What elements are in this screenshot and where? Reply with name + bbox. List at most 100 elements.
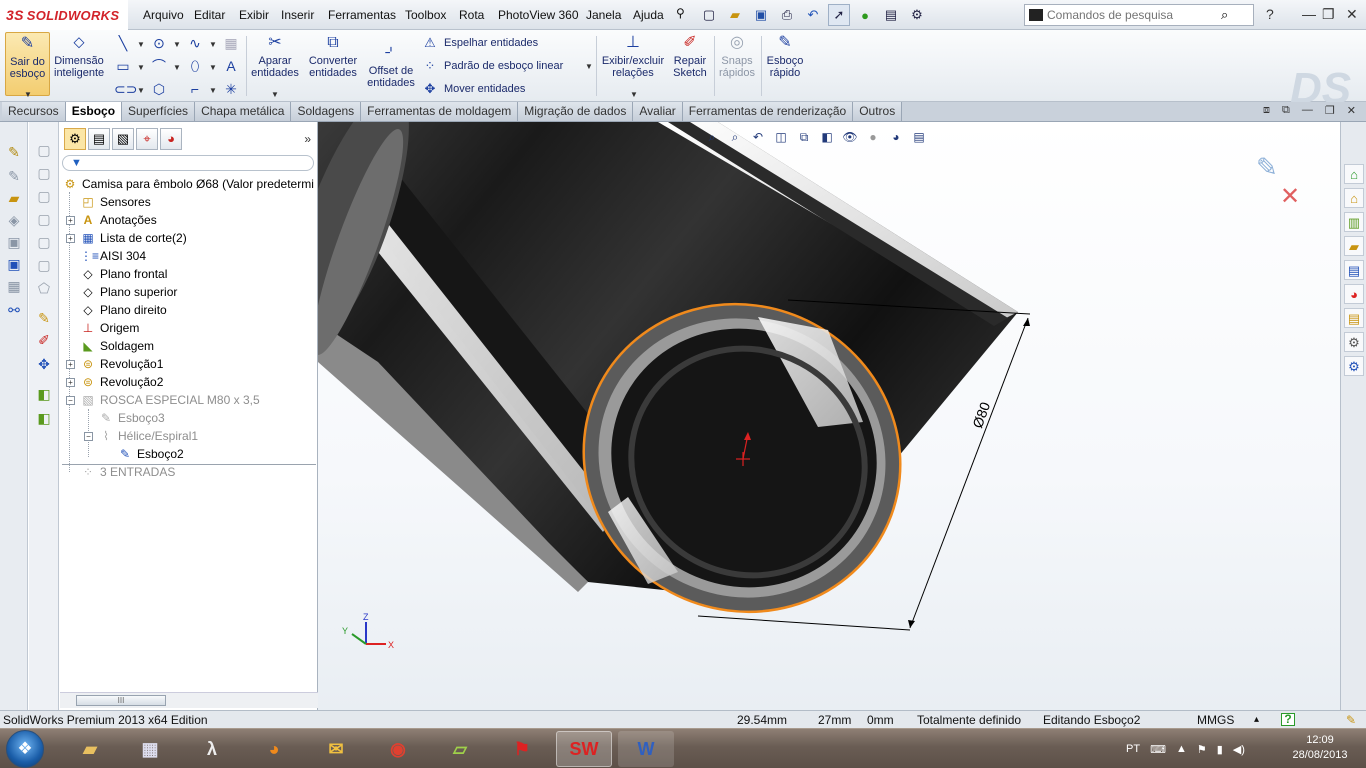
spline-icon[interactable]: ∿: [186, 34, 204, 52]
scrollbar-thumb[interactable]: III: [76, 695, 166, 706]
menu-rota[interactable]: Rota: [459, 8, 484, 22]
language-indicator[interactable]: PT: [1126, 743, 1140, 755]
collapse-icon[interactable]: −: [66, 395, 75, 405]
polygon-icon[interactable]: ⬡: [150, 80, 168, 98]
tree-root[interactable]: ⚙ Camisa para êmbolo Ø68 (Valor predeterm…: [62, 175, 314, 193]
exit-sketch-corner-icon[interactable]: ✎: [1256, 152, 1278, 183]
restore-button[interactable]: ❐: [1322, 6, 1335, 23]
tab-migracao-dados[interactable]: Migração de dados: [518, 102, 634, 121]
line-dropdown-icon[interactable]: ▼: [137, 40, 145, 49]
tree-item-sensores[interactable]: ◰ Sensores: [80, 193, 150, 211]
cascade-icon[interactable]: ⧉: [1282, 104, 1290, 117]
cube-icon[interactable]: ▢: [34, 232, 54, 252]
menu-exibir[interactable]: Exibir: [239, 8, 269, 22]
feature-tree-tab-icon[interactable]: ⚙: [64, 128, 86, 150]
taskbar-explorer-icon[interactable]: ▰: [62, 731, 118, 767]
grid-icon[interactable]: ▦: [4, 276, 24, 296]
tree-item-helice[interactable]: − ⌇ Hélice/Espiral1: [84, 427, 198, 445]
cube-icon[interactable]: ▢: [34, 140, 54, 160]
custom-properties-icon[interactable]: ▤: [1344, 308, 1364, 328]
collapse-icon[interactable]: −: [84, 431, 93, 441]
tree-item-rosca-especial[interactable]: − ▧ ROSCA ESPECIAL M80 x 3,5: [66, 391, 260, 409]
taskbar-firefox-icon[interactable]: ◕: [246, 731, 302, 767]
design-library-icon[interactable]: ▥: [1344, 212, 1364, 232]
zoom-to-fit-icon[interactable]: ⌕: [702, 128, 722, 146]
arc-dropdown-icon[interactable]: ▼: [173, 63, 181, 72]
tab-esboco[interactable]: Esboço: [65, 102, 123, 121]
menu-ferramentas[interactable]: Ferramentas: [328, 8, 396, 22]
tree-horizontal-scrollbar[interactable]: III: [60, 692, 318, 708]
start-button[interactable]: ❖: [6, 730, 44, 768]
menu-janela[interactable]: Janela: [586, 8, 621, 22]
circle-dropdown-icon[interactable]: ▼: [173, 40, 181, 49]
text-icon[interactable]: A: [222, 57, 240, 75]
tree-item-3-entradas[interactable]: ⁘ 3 ENTRADAS: [80, 463, 175, 481]
menu-toolbox[interactable]: Toolbox: [405, 8, 446, 22]
tree-item-anotacoes[interactable]: + A Anotações: [66, 211, 157, 229]
image-icon[interactable]: ▣: [4, 232, 24, 252]
cube-icon[interactable]: ▢: [34, 186, 54, 206]
section-view-icon[interactable]: ◫: [771, 128, 791, 146]
rebuild-warning-icon[interactable]: ✎: [1346, 711, 1356, 729]
tab-soldagens[interactable]: Soldagens: [291, 102, 362, 121]
cube-icon[interactable]: ⬠: [34, 278, 54, 298]
repair-sketch-button[interactable]: ✐ Repair Sketch: [670, 32, 710, 79]
pin-icon[interactable]: ⚲: [676, 6, 685, 20]
save-icon[interactable]: ▣: [750, 4, 772, 26]
sketch-tool-icon[interactable]: ◈: [4, 210, 24, 230]
forum-icon[interactable]: ⚙: [1344, 332, 1364, 352]
keyboard-icon[interactable]: ⌨: [1150, 743, 1166, 756]
cube-icon[interactable]: ▢: [34, 255, 54, 275]
search-box[interactable]: ⌕: [1024, 4, 1254, 26]
tab-ferramentas-renderizacao[interactable]: Ferramentas de renderização: [682, 102, 854, 121]
select-icon[interactable]: ➚: [828, 4, 850, 26]
ellipse-dropdown-icon[interactable]: ▼: [209, 63, 217, 72]
line-icon[interactable]: ╲: [114, 34, 132, 52]
tree-item-soldagem[interactable]: ◣ Soldagem: [80, 337, 154, 355]
show-hidden-icons-icon[interactable]: ▲: [1176, 743, 1187, 755]
save-icon[interactable]: ▣: [4, 254, 24, 274]
display-relations-button[interactable]: ⊥ Exibir/excluir relações: [600, 32, 666, 79]
rectangle-dropdown-icon[interactable]: ▼: [137, 63, 145, 72]
tree-item-revolucao1[interactable]: + ⊜ Revolução1: [66, 355, 163, 373]
tab-recursos[interactable]: Recursos: [2, 102, 66, 121]
view-settings-icon[interactable]: ▤: [909, 128, 929, 146]
taskbar-chrome-icon[interactable]: ◉: [370, 731, 426, 767]
quick-snaps-button[interactable]: ◎ Snaps rápidos: [716, 32, 758, 79]
search-input[interactable]: [1047, 8, 1217, 22]
previous-view-icon[interactable]: ↶: [748, 128, 768, 146]
dimxpert-tab-icon[interactable]: ⌖: [136, 128, 158, 150]
smart-dimension-button[interactable]: ⬦ Dimensão inteligente: [54, 32, 104, 79]
menu-photoview[interactable]: PhotoView 360: [498, 8, 579, 22]
doc-minimize-button[interactable]: —: [1302, 104, 1313, 117]
expand-panel-icon[interactable]: »: [304, 132, 311, 146]
configuration-tab-icon[interactable]: ▧: [112, 128, 134, 150]
relations-icon[interactable]: ⚯: [4, 300, 24, 320]
offset-entities-button[interactable]: ⌏ Offset de entidades: [364, 42, 418, 89]
minimize-button[interactable]: —: [1302, 6, 1316, 22]
rectangle-icon[interactable]: ▭: [114, 57, 132, 75]
relations-dropdown-icon[interactable]: ▼: [630, 90, 638, 99]
tree-item-material[interactable]: ⋮≡ AISI 304: [80, 247, 146, 265]
tube-model[interactable]: [318, 122, 1340, 710]
taskbar-clock[interactable]: 12:09 28/08/2013: [1290, 733, 1350, 763]
pattern-dropdown-icon[interactable]: ▼: [585, 62, 593, 71]
rebuild-icon[interactable]: ●: [854, 4, 876, 26]
ellipse-icon[interactable]: ⬯: [186, 57, 204, 75]
spline-dropdown-icon[interactable]: ▼: [209, 40, 217, 49]
expand-icon[interactable]: +: [66, 233, 75, 243]
close-button[interactable]: ✕: [1346, 6, 1358, 23]
trim-dropdown-icon[interactable]: ▼: [271, 90, 279, 99]
edit-appearance-icon[interactable]: ●: [863, 128, 883, 146]
action-center-icon[interactable]: ⚑: [1197, 743, 1207, 756]
tree-item-lista-corte[interactable]: + ▦ Lista de corte(2): [66, 229, 187, 247]
cube-icon[interactable]: ▢: [34, 209, 54, 229]
home-icon[interactable]: ⌂: [1344, 188, 1364, 208]
move-icon[interactable]: ✥: [34, 354, 54, 374]
toolbox-icon[interactable]: ⚙: [1344, 356, 1364, 376]
arc-icon[interactable]: ⌒: [150, 57, 168, 75]
taskbar-word-icon[interactable]: W: [618, 731, 674, 767]
expand-icon[interactable]: +: [66, 359, 75, 369]
taskbar-sticky-notes-icon[interactable]: ▱: [432, 731, 488, 767]
convert-entities-button[interactable]: ⧉ Converter entidades: [306, 32, 360, 79]
